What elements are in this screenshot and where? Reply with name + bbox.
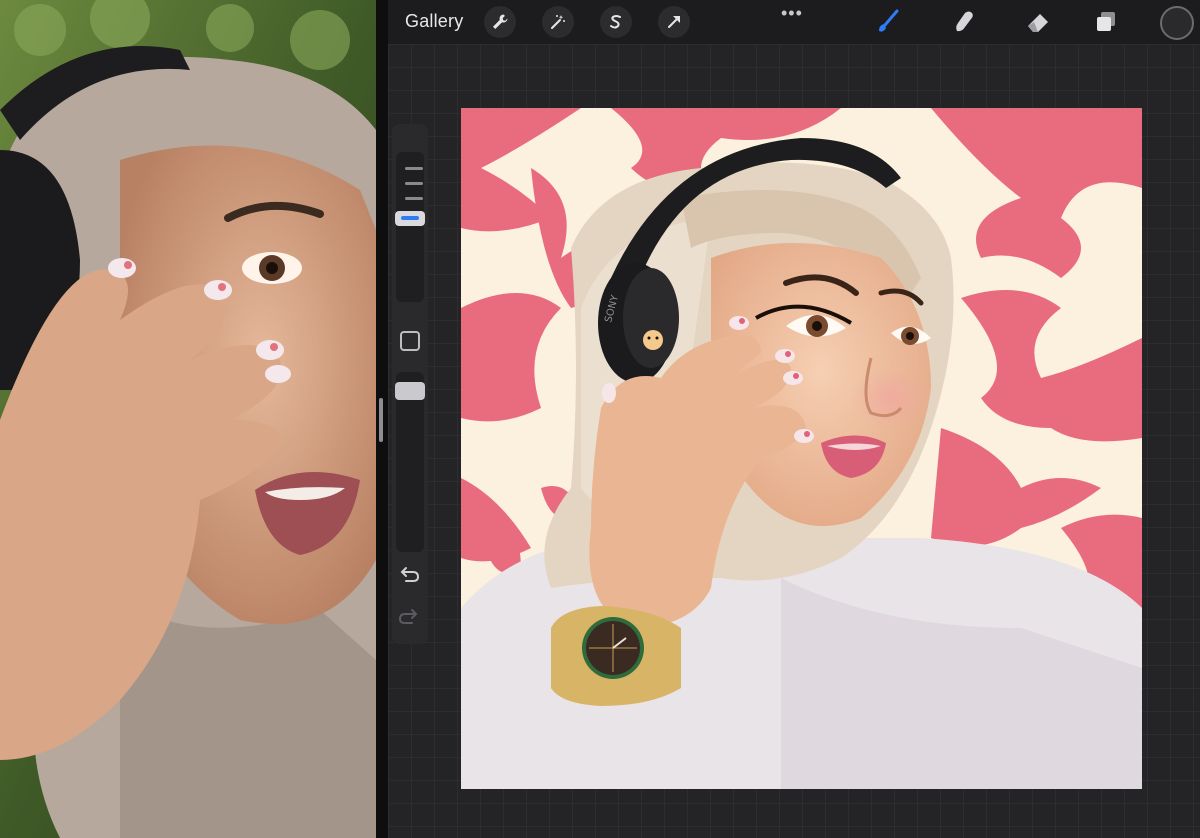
wrench-icon (493, 14, 508, 29)
reference-photo (0, 0, 376, 838)
side-slider-bar (392, 124, 428, 644)
color-picker-button[interactable] (1160, 6, 1194, 40)
redo-icon (398, 609, 418, 624)
layers-icon (1097, 12, 1115, 31)
more-options-button[interactable]: ••• (781, 3, 803, 24)
split-view-handle[interactable] (379, 398, 383, 442)
smudge-tool-button[interactable] (948, 6, 980, 38)
modify-button[interactable] (400, 331, 420, 351)
eraser-icon (1028, 14, 1048, 32)
undo-icon (400, 567, 420, 582)
opacity-thumb[interactable] (395, 382, 425, 400)
size-tick (405, 197, 423, 200)
artwork-illustration: SONY (461, 108, 1142, 789)
undo-button[interactable] (398, 566, 420, 589)
smudge-icon (956, 11, 973, 32)
transform-button[interactable] (658, 6, 690, 38)
selection-s-icon (610, 15, 621, 29)
size-tick (405, 167, 423, 170)
redo-button[interactable] (398, 608, 420, 631)
adjustments-button[interactable] (542, 6, 574, 38)
magic-wand-icon (551, 15, 565, 29)
eraser-tool-button[interactable] (1022, 6, 1054, 38)
layers-button[interactable] (1090, 6, 1122, 38)
top-toolbar: Gallery ••• (388, 0, 1200, 44)
selection-button[interactable] (600, 6, 632, 38)
brush-icon (879, 9, 899, 32)
actions-button[interactable] (484, 6, 516, 38)
reference-photo-panel (0, 0, 376, 838)
brush-size-slider[interactable] (396, 152, 424, 302)
gallery-button[interactable]: Gallery (405, 11, 463, 32)
size-tick (405, 182, 423, 185)
arrow-cursor-icon (668, 16, 680, 28)
artwork-canvas[interactable]: SONY (461, 108, 1142, 789)
brush-tool-button[interactable] (872, 6, 904, 38)
brush-size-thumb[interactable] (395, 211, 425, 226)
